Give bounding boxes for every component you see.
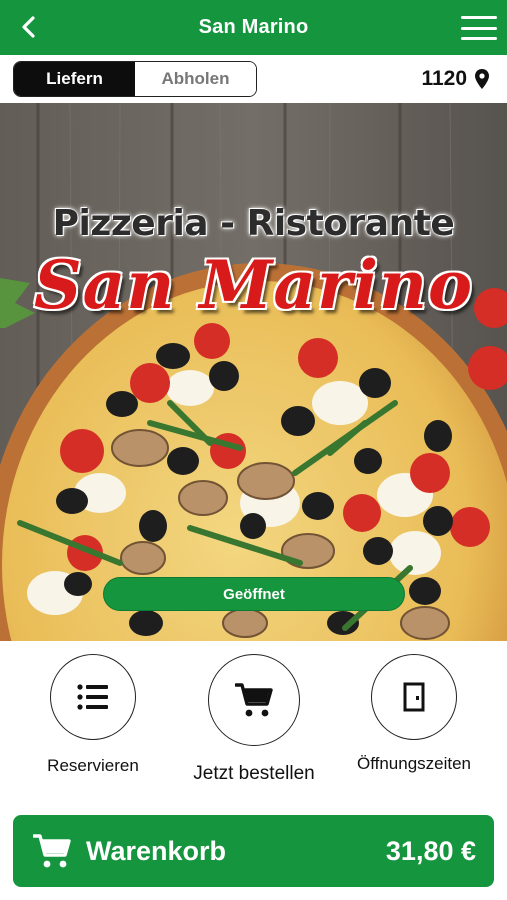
- cart-label: Warenkorb: [86, 836, 227, 866]
- reserve-label: Reservieren: [47, 756, 139, 775]
- restaurant-subtitle: Pizzeria - Ristorante: [52, 203, 455, 244]
- opening-hours-label: Öffnungszeiten: [356, 754, 472, 773]
- tab-abholen[interactable]: Abholen: [135, 62, 256, 96]
- order-mode-toggle: Liefern Abholen: [13, 61, 257, 97]
- shopping-cart-icon: [235, 683, 273, 717]
- tab-liefern[interactable]: Liefern: [14, 62, 135, 96]
- zip-code: 1120: [421, 67, 467, 90]
- restaurant-logo-text: San Marino: [33, 246, 474, 324]
- order-now-action-circle[interactable]: [208, 654, 300, 746]
- shopping-cart-icon: [33, 834, 71, 868]
- map-pin-icon: [475, 69, 489, 89]
- list-icon: [77, 684, 108, 710]
- quick-actions: Reservieren Jetzt bestellen Öffnungszeit…: [0, 641, 507, 811]
- cart-total: 31,80 €: [385, 836, 476, 866]
- location-selector[interactable]: 1120: [421, 65, 489, 93]
- reserve-action[interactable]: Reservieren: [30, 654, 156, 776]
- order-now-label: Jetzt bestellen: [193, 763, 315, 784]
- hamburger-menu-icon: [461, 16, 497, 19]
- reserve-action-circle[interactable]: [50, 654, 136, 740]
- restaurant-hero: Pizzeria - Ristorante San Marino Geöffne…: [0, 103, 507, 641]
- menu-button[interactable]: [461, 13, 497, 43]
- page-title: San Marino: [198, 16, 309, 38]
- opening-hours-action-circle[interactable]: [371, 654, 457, 740]
- order-options-bar: Liefern Abholen 1120: [0, 55, 507, 103]
- cart-button[interactable]: Warenkorb 31,80 €: [13, 815, 494, 887]
- app-header: San Marino: [0, 0, 507, 55]
- order-now-action[interactable]: Jetzt bestellen: [189, 654, 319, 785]
- opening-hours-action[interactable]: Öffnungszeiten: [350, 654, 478, 774]
- door-icon: [403, 682, 425, 712]
- open-status-button[interactable]: Geöffnet: [103, 577, 405, 611]
- pizza-hero-image: [0, 103, 507, 641]
